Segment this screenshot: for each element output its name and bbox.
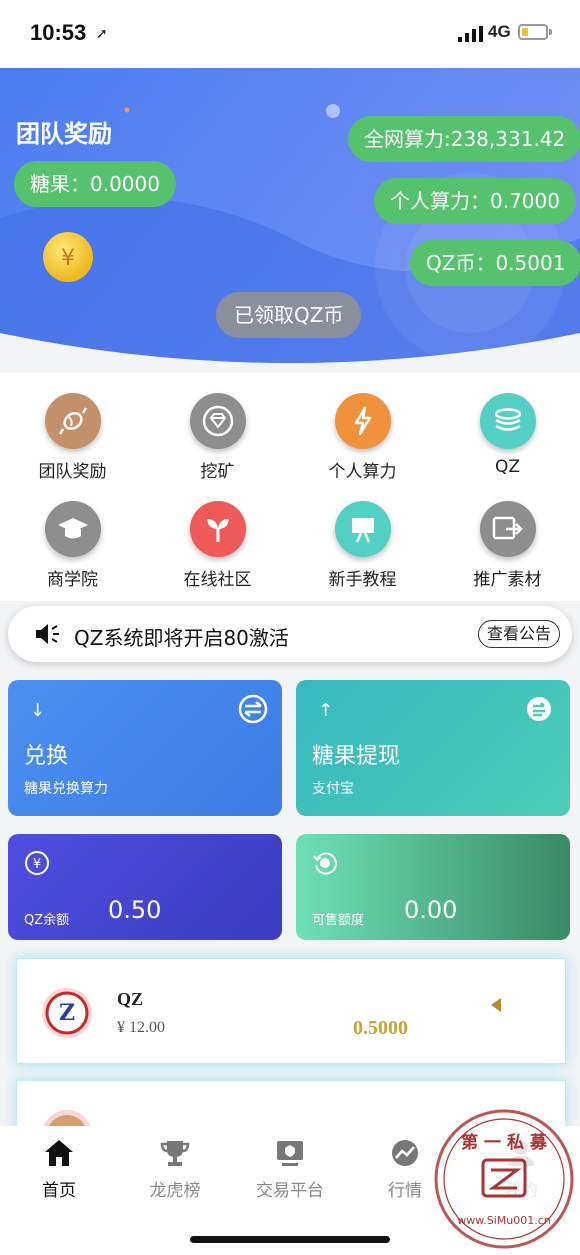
grid-item-qz[interactable]: QZ bbox=[435, 393, 580, 477]
exchange-card[interactable]: ↓ 兑换 糖果兑换算力 bbox=[8, 680, 282, 816]
candy-withdraw-title: 糖果提现 bbox=[312, 744, 401, 769]
grid-item-online-community[interactable]: 在线社区 bbox=[145, 501, 290, 590]
share-screen-icon bbox=[479, 501, 536, 557]
down-arrow-icon: ↓ bbox=[30, 700, 46, 721]
tab-label: 首页 bbox=[42, 1181, 76, 1201]
candy-icon bbox=[44, 393, 101, 449]
battery-icon bbox=[518, 24, 548, 40]
tab-label: 龙虎榜 bbox=[149, 1181, 201, 1201]
asset-amount: 0.5000 bbox=[353, 1017, 408, 1039]
sellable-quota-card[interactable]: 可售额度 0.00 bbox=[296, 834, 570, 940]
candy-balance-pill: 糖果：0.0000 bbox=[14, 161, 176, 207]
qz-balance-label: QZ余额 bbox=[24, 913, 70, 928]
announcement-bar[interactable]: QZ系统即将开启80激活 查看公告 bbox=[8, 606, 572, 662]
hero-title: 团队奖励 bbox=[16, 120, 112, 148]
home-icon bbox=[45, 1140, 73, 1166]
grid-item-mining[interactable]: 挖矿 bbox=[145, 393, 290, 482]
tab-trading-platform[interactable]: 交易平台 bbox=[245, 1138, 335, 1201]
trend-chart-icon bbox=[392, 1140, 418, 1166]
exchange-title: 兑换 bbox=[24, 744, 69, 769]
home-indicator bbox=[190, 1236, 390, 1243]
asset-row-qz[interactable]: Z QZ ¥ 12.00 0.5000 bbox=[16, 958, 566, 1064]
view-announcement-button[interactable]: 查看公告 bbox=[478, 620, 561, 648]
asset-price: ¥ 12.00 bbox=[117, 1019, 165, 1036]
feature-grid: 团队奖励 挖矿 个人算力 QZ 商学院 在线社区 新手教程 推广素材 bbox=[0, 373, 580, 601]
grid-label: QZ bbox=[494, 457, 521, 477]
grid-label: 在线社区 bbox=[183, 570, 252, 590]
grid-item-personal-power[interactable]: 个人算力 bbox=[290, 393, 435, 482]
coins-icon bbox=[479, 393, 536, 449]
tab-leaderboard[interactable]: 龙虎榜 bbox=[130, 1138, 220, 1201]
grid-label: 新手教程 bbox=[328, 570, 397, 590]
hero-banner: ¥ 团队奖励 糖果：0.0000 全网算力:238,331.42 个人算力：0.… bbox=[0, 68, 580, 373]
grid-label: 挖矿 bbox=[200, 462, 235, 482]
watermark-seal: 第 一 私 募 www.SiMu001.cn bbox=[434, 1109, 574, 1249]
grid-label: 推广素材 bbox=[473, 570, 542, 590]
candy-withdraw-subtitle: 支付宝 bbox=[312, 781, 354, 797]
candy-withdraw-card[interactable]: ↑ 糖果提现 支付宝 bbox=[296, 680, 570, 816]
svg-text:¥: ¥ bbox=[61, 246, 75, 271]
grid-label: 个人算力 bbox=[328, 462, 397, 482]
tab-label: 交易平台 bbox=[256, 1181, 324, 1201]
grid-item-team-reward[interactable]: 团队奖励 bbox=[0, 393, 145, 482]
grid-label: 团队奖励 bbox=[38, 462, 107, 482]
svg-text:Z: Z bbox=[59, 1000, 75, 1026]
location-arrow-icon: ➚ bbox=[96, 26, 108, 42]
svg-text:第 一 私 募: 第 一 私 募 bbox=[461, 1132, 548, 1153]
yen-circle-icon: ¥ bbox=[25, 851, 49, 875]
qz-balance-card[interactable]: ¥ QZ余额 0.50 bbox=[8, 834, 282, 940]
total-power-pill: 全网算力:238,331.42 bbox=[348, 116, 580, 162]
collapse-arrow-icon[interactable] bbox=[489, 997, 503, 1013]
status-time: 10:53 bbox=[30, 20, 87, 45]
grid-label: 商学院 bbox=[47, 570, 98, 590]
speaker-icon bbox=[36, 624, 59, 644]
exchange-subtitle: 糖果兑换算力 bbox=[24, 781, 108, 797]
claim-qz-button[interactable]: 已领取QZ币 bbox=[216, 292, 362, 338]
svg-text:www.SiMu001.cn: www.SiMu001.cn bbox=[457, 1214, 551, 1227]
asset-name: QZ bbox=[117, 989, 144, 1009]
grid-item-promo-material[interactable]: 推广素材 bbox=[435, 501, 580, 590]
sellable-quota-value: 0.00 bbox=[404, 896, 458, 924]
qz-logo-icon: Z bbox=[42, 988, 92, 1038]
up-arrow-icon: ↑ bbox=[318, 700, 334, 721]
svg-text:¥: ¥ bbox=[33, 857, 41, 872]
qz-balance-value: 0.50 bbox=[108, 896, 162, 924]
easel-icon bbox=[334, 501, 391, 557]
graduation-cap-icon bbox=[44, 501, 101, 557]
network-type: 4G bbox=[488, 22, 511, 41]
grid-item-tutorial[interactable]: 新手教程 bbox=[290, 501, 435, 590]
sprout-icon bbox=[189, 501, 246, 557]
wallet-transfer-icon bbox=[527, 697, 551, 721]
announcement-text: QZ系统即将开启80激活 bbox=[74, 626, 289, 650]
tab-home[interactable]: 首页 bbox=[14, 1138, 104, 1201]
exchange-icon bbox=[238, 694, 268, 724]
trade-screen-icon bbox=[277, 1141, 303, 1166]
lightning-icon bbox=[334, 393, 391, 449]
personal-power-pill: 个人算力：0.7000 bbox=[374, 178, 576, 224]
qz-coin-pill: QZ币：0.5001 bbox=[410, 240, 580, 286]
sellable-quota-label: 可售额度 bbox=[312, 913, 365, 928]
status-bar: 10:53 ➚ 4G bbox=[0, 0, 580, 68]
trophy-icon bbox=[160, 1141, 190, 1166]
signal-icon bbox=[458, 26, 483, 42]
sale-refresh-icon bbox=[313, 852, 337, 875]
diamond-icon bbox=[189, 393, 246, 449]
grid-item-business-school[interactable]: 商学院 bbox=[0, 501, 145, 590]
